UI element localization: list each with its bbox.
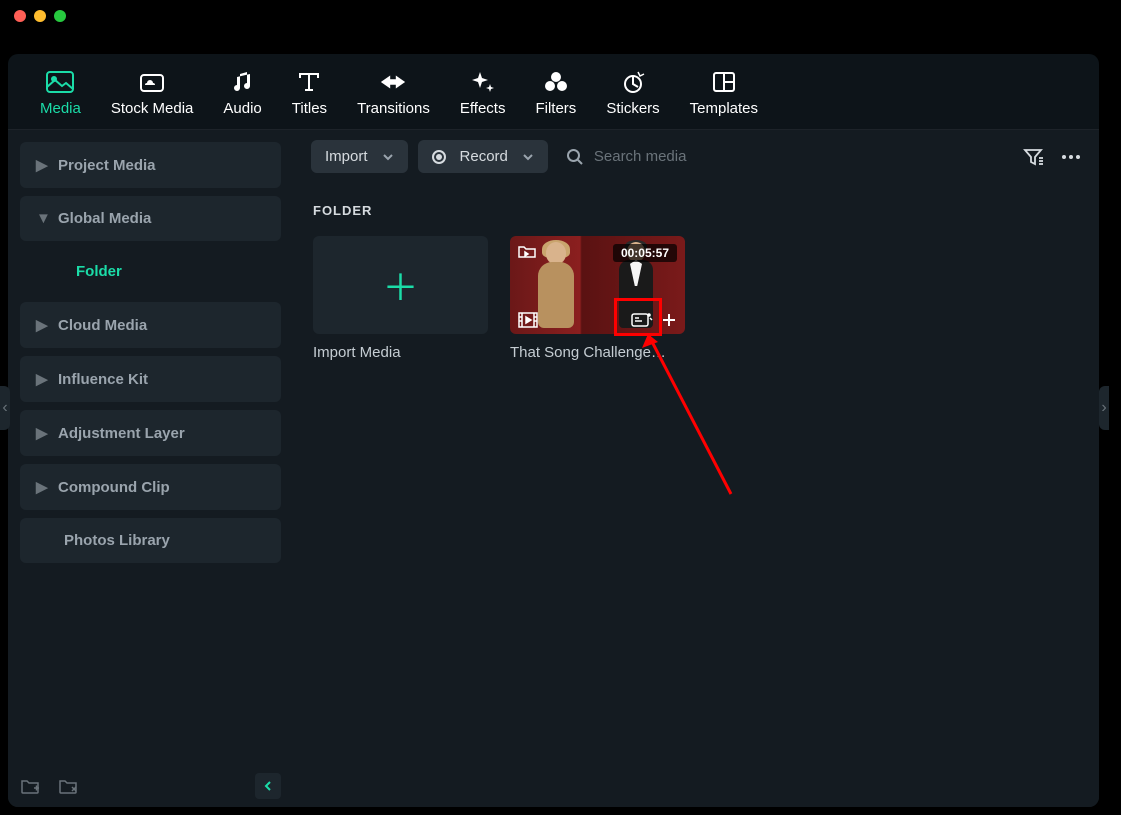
transcribe-icon[interactable] [631, 312, 653, 328]
window-minimize[interactable] [34, 10, 46, 22]
search-icon[interactable] [566, 148, 584, 166]
tab-stickers[interactable]: Stickers [606, 70, 659, 117]
folder-icon [518, 244, 536, 263]
tab-label: Audio [223, 100, 261, 117]
layout-icon [710, 70, 738, 94]
cloud-image-icon [138, 70, 166, 94]
tab-titles[interactable]: Titles [292, 70, 327, 117]
panel-handle-left[interactable]: ‹ [0, 386, 10, 430]
content-panel: Import Record [293, 130, 1099, 807]
tile-video: 00:05:57 [510, 236, 685, 361]
tile-label: Import Media [313, 344, 488, 361]
tile-label: That Song Challenge… [510, 344, 685, 361]
tab-media[interactable]: Media [40, 70, 81, 117]
chevron-down-icon: ▼ [36, 210, 46, 227]
sidebar-item-photos-library[interactable]: Photos Library [20, 518, 281, 563]
chevron-right-icon: ▶ [36, 478, 46, 496]
sidebar-item-cloud-media[interactable]: ▶ Cloud Media [20, 302, 281, 348]
plus-icon: ＋ [382, 259, 418, 311]
chevron-right-icon: ▶ [36, 156, 46, 174]
circles-icon [542, 70, 570, 94]
tab-label: Transitions [357, 100, 430, 117]
import-dropdown[interactable]: Import [311, 140, 408, 173]
sidebar-item-label: Global Media [58, 210, 151, 227]
record-label: Record [460, 148, 508, 165]
panel-handle-right[interactable]: › [1099, 386, 1109, 430]
top-tabs: Media Stock Media Audio Titles Transitio… [8, 54, 1099, 129]
sidebar-item-adjustment-layer[interactable]: ▶ Adjustment Layer [20, 410, 281, 456]
delete-folder-icon[interactable] [58, 777, 78, 795]
record-dropdown[interactable]: Record [418, 140, 548, 173]
sidebar-footer [20, 773, 281, 799]
tab-stock-media[interactable]: Stock Media [111, 70, 194, 117]
content-body: FOLDER ＋ Import Media [293, 183, 1099, 807]
image-icon [46, 70, 74, 94]
tab-label: Templates [690, 100, 758, 117]
tab-label: Stickers [606, 100, 659, 117]
sidebar-item-label: Project Media [58, 157, 156, 174]
main-area: ▶ Project Media ▼ Global Media Folder ▶ … [8, 129, 1099, 807]
tab-effects[interactable]: Effects [460, 70, 506, 117]
import-media-button[interactable]: ＋ [313, 236, 488, 334]
sparkle-icon [469, 70, 497, 94]
add-to-timeline-icon[interactable] [661, 312, 677, 328]
collapse-sidebar-button[interactable] [255, 773, 281, 799]
tab-label: Stock Media [111, 100, 194, 117]
search-wrap [558, 148, 1013, 166]
sidebar-item-folder[interactable]: Folder [20, 249, 281, 294]
text-icon [295, 70, 323, 94]
sidebar-item-project-media[interactable]: ▶ Project Media [20, 142, 281, 188]
chevron-down-icon [522, 148, 534, 165]
window-maximize[interactable] [54, 10, 66, 22]
tab-templates[interactable]: Templates [690, 70, 758, 117]
section-title: FOLDER [313, 203, 1079, 218]
toolbar: Import Record [293, 130, 1099, 183]
sidebar-item-label: Cloud Media [58, 317, 147, 334]
sidebar-item-label: Folder [76, 263, 122, 280]
transition-icon [379, 70, 407, 94]
chevron-right-icon: ▶ [36, 424, 46, 442]
tab-label: Media [40, 100, 81, 117]
sidebar-item-label: Photos Library [64, 532, 170, 549]
sidebar-item-label: Compound Clip [58, 479, 170, 496]
chevron-down-icon [382, 148, 394, 165]
sidebar-item-influence-kit[interactable]: ▶ Influence Kit [20, 356, 281, 402]
filmstrip-icon[interactable] [518, 312, 538, 328]
tile-import: ＋ Import Media [313, 236, 488, 361]
duration-badge: 00:05:57 [613, 244, 677, 262]
sidebar: ▶ Project Media ▼ Global Media Folder ▶ … [8, 130, 293, 807]
search-input[interactable] [594, 148, 1005, 165]
thumb-actions [518, 312, 677, 328]
tab-audio[interactable]: Audio [223, 70, 261, 117]
tab-label: Effects [460, 100, 506, 117]
tab-transitions[interactable]: Transitions [357, 70, 430, 117]
more-icon[interactable] [1061, 154, 1081, 160]
media-grid: ＋ Import Media [313, 236, 1079, 361]
chevron-right-icon: ▶ [36, 316, 46, 334]
app-frame: Media Stock Media Audio Titles Transitio… [8, 54, 1099, 807]
sidebar-item-compound-clip[interactable]: ▶ Compound Clip [20, 464, 281, 510]
sidebar-item-label: Influence Kit [58, 371, 148, 388]
sidebar-item-label: Adjustment Layer [58, 425, 185, 442]
tab-filters[interactable]: Filters [535, 70, 576, 117]
media-thumbnail[interactable]: 00:05:57 [510, 236, 685, 334]
music-icon [229, 70, 257, 94]
filter-icon[interactable] [1023, 148, 1043, 166]
import-label: Import [325, 148, 368, 165]
chevron-right-icon: ▶ [36, 370, 46, 388]
sticker-icon [619, 70, 647, 94]
window-close[interactable] [14, 10, 26, 22]
new-folder-icon[interactable] [20, 777, 40, 795]
window-traffic-lights [0, 0, 1121, 32]
tab-label: Filters [535, 100, 576, 117]
tab-label: Titles [292, 100, 327, 117]
record-icon [432, 150, 446, 164]
sidebar-item-global-media[interactable]: ▼ Global Media [20, 196, 281, 241]
